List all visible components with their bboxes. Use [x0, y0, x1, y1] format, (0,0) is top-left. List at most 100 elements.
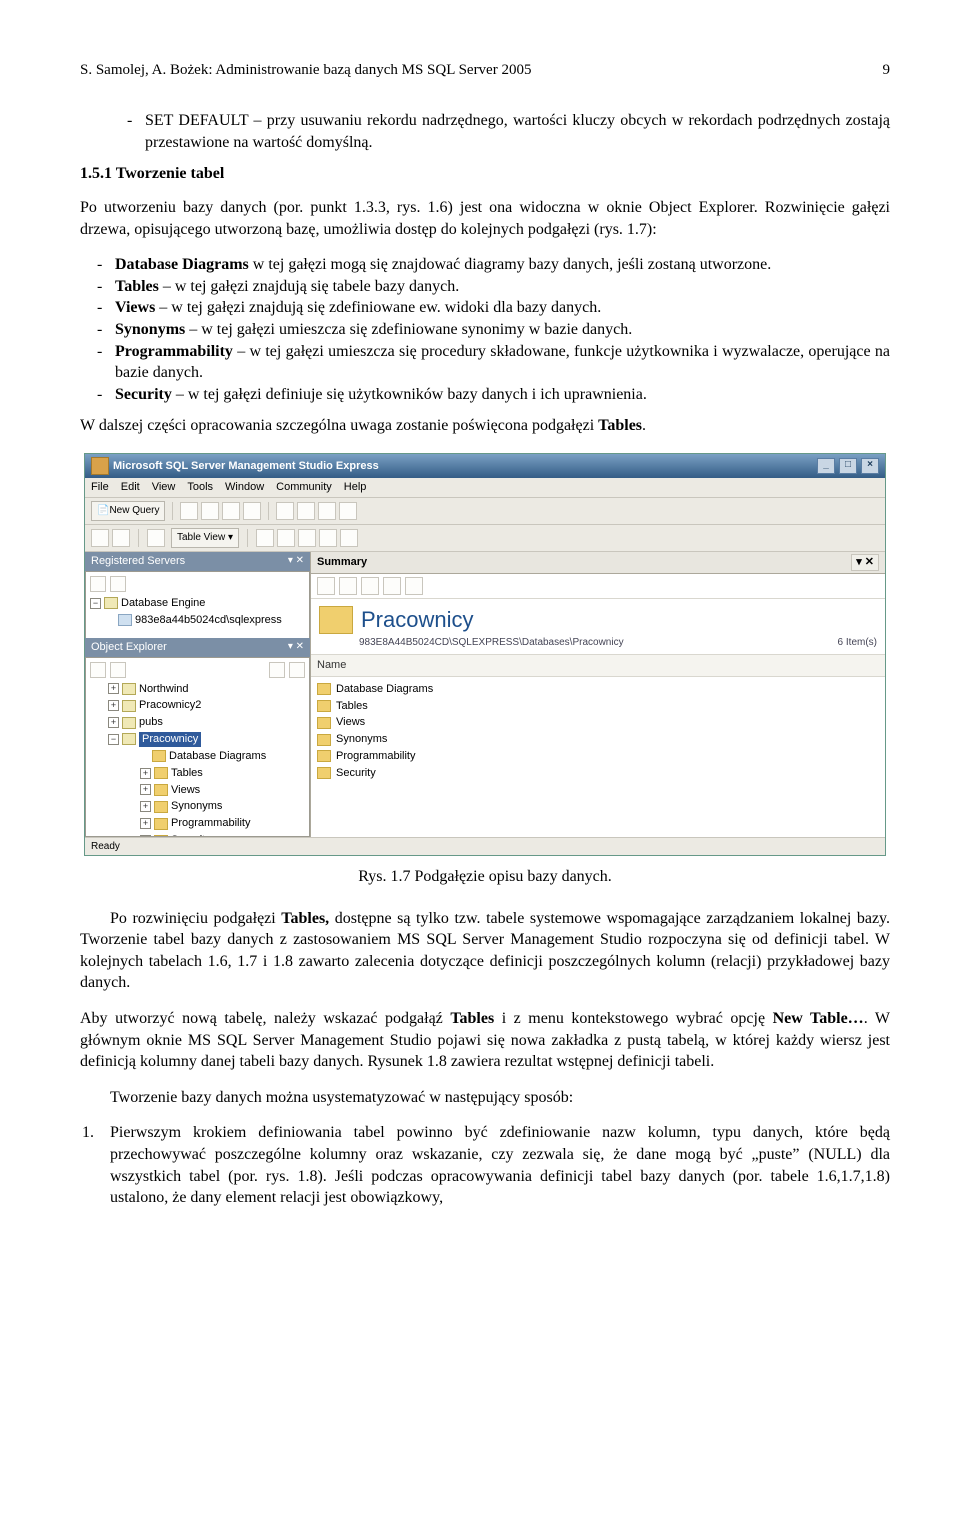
- summary-tab[interactable]: Summary ▾ ✕: [311, 552, 885, 574]
- tree-item[interactable]: +Security: [140, 832, 305, 836]
- tree-item-selected[interactable]: −Pracownicy: [108, 731, 305, 748]
- numbered-item-1: Pierwszym krokiem definiowania tabel pow…: [98, 1122, 890, 1208]
- toolbar-icon[interactable]: [201, 502, 219, 520]
- toolbar-icon[interactable]: [276, 502, 294, 520]
- menu-edit[interactable]: Edit: [121, 481, 140, 493]
- reg-icon[interactable]: [90, 576, 106, 592]
- paragraph-2a: W dalszej części opracowania szczególna …: [80, 417, 598, 434]
- tree-item[interactable]: 983e8a44b5024cd\sqlexpress: [90, 612, 305, 629]
- nav-icon[interactable]: [319, 529, 337, 547]
- summary-tool-icon[interactable]: [405, 577, 423, 595]
- folder-icon: [317, 767, 331, 779]
- toolbar-icon[interactable]: [339, 502, 357, 520]
- paragraph-3: Po rozwinięciu podgałęzi Tables, dostępn…: [80, 908, 890, 994]
- status-bar: Ready: [85, 837, 885, 856]
- nav-icon[interactable]: [277, 529, 295, 547]
- list-item-label: Views: [336, 715, 365, 730]
- object-explorer-panel: +Northwind +Pracownicy2 +pubs −Pracownic…: [85, 657, 310, 837]
- tree-item[interactable]: +Northwind: [108, 681, 305, 698]
- toolbar-icon[interactable]: [297, 502, 315, 520]
- feature-bullet: Security – w tej gałęzi definiuje się uż…: [80, 384, 890, 406]
- folder-icon: [317, 734, 331, 746]
- tree-item[interactable]: +Tables: [140, 765, 305, 782]
- object-explorer-header: Object Explorer▾ ✕: [85, 638, 310, 657]
- tab-close-button[interactable]: ▾ ✕: [851, 554, 879, 571]
- tree-item[interactable]: +Pracownicy2: [108, 697, 305, 714]
- paragraph-4: Aby utworzyć nową tabelę, należy wskazać…: [80, 1008, 890, 1073]
- nav-icon[interactable]: [112, 529, 130, 547]
- oe-icon[interactable]: [90, 662, 106, 678]
- tree-item[interactable]: +Synonyms: [140, 798, 305, 815]
- menubar: File Edit View Tools Window Community Help: [85, 478, 885, 498]
- list-item-label: Database Diagrams: [336, 682, 433, 697]
- column-header-name[interactable]: Name: [311, 655, 885, 677]
- minimize-button[interactable]: _: [817, 458, 835, 474]
- feature-bullet: Views – w tej gałęzi znajdują się zdefin…: [80, 297, 890, 319]
- nav-icon[interactable]: [91, 529, 109, 547]
- menu-file[interactable]: File: [91, 481, 109, 493]
- ssms-screenshot: Microsoft SQL Server Management Studio E…: [84, 453, 886, 856]
- tree-item[interactable]: −Database Engine: [90, 595, 305, 612]
- toolbar-icon[interactable]: [180, 502, 198, 520]
- toolbar-icon[interactable]: [318, 502, 336, 520]
- nav-icon[interactable]: [147, 529, 165, 547]
- nav-icon[interactable]: [256, 529, 274, 547]
- list-item[interactable]: Security: [317, 765, 879, 782]
- window-title: Microsoft SQL Server Management Studio E…: [113, 459, 379, 474]
- toolbar-1: 📄 New Query: [85, 498, 885, 525]
- list-item[interactable]: Programmability: [317, 748, 879, 765]
- list-item-label: Security: [336, 766, 376, 781]
- maximize-button[interactable]: □: [839, 458, 857, 474]
- summary-path: 983E8A44B5024CD\SQLEXPRESS\Databases\Pra…: [359, 636, 624, 650]
- summary-tool-icon[interactable]: [383, 577, 401, 595]
- nav-icon[interactable]: [298, 529, 316, 547]
- summary-tool-icon[interactable]: [339, 577, 357, 595]
- new-query-button[interactable]: 📄 New Query: [91, 501, 165, 521]
- list-item[interactable]: Synonyms: [317, 731, 879, 748]
- reg-icon[interactable]: [110, 576, 126, 592]
- feature-bullet: Programmability – w tej gałęzi umieszcza…: [80, 341, 890, 384]
- feature-bullet: Database Diagrams w tej gałęzi mogą się …: [80, 254, 890, 276]
- oe-icon[interactable]: [289, 662, 305, 678]
- menu-help[interactable]: Help: [344, 481, 367, 493]
- summary-tool-icon[interactable]: [361, 577, 379, 595]
- summary-toolbar: [311, 574, 885, 599]
- oe-icon[interactable]: [269, 662, 285, 678]
- feature-bullet: Tables – w tej gałęzi znajdują się tabel…: [80, 276, 890, 298]
- toolbar-icon[interactable]: [222, 502, 240, 520]
- menu-window[interactable]: Window: [225, 481, 264, 493]
- registered-servers-panel: −Database Engine 983e8a44b5024cd\sqlexpr…: [85, 571, 310, 638]
- window-titlebar: Microsoft SQL Server Management Studio E…: [85, 454, 885, 478]
- paragraph-1: Po utworzeniu bazy danych (por. punkt 1.…: [80, 197, 890, 240]
- list-item[interactable]: Views: [317, 714, 879, 731]
- list-item[interactable]: Database Diagrams: [317, 681, 879, 698]
- tree-item[interactable]: +pubs: [108, 714, 305, 731]
- menu-community[interactable]: Community: [276, 481, 332, 493]
- toolbar-icon[interactable]: [243, 502, 261, 520]
- running-header: S. Samolej, A. Bożek: Administrowanie ba…: [80, 62, 531, 78]
- menu-view[interactable]: View: [152, 481, 176, 493]
- folder-icon: [317, 750, 331, 762]
- registered-servers-header: Registered Servers▾ ✕: [85, 552, 310, 571]
- section-heading: 1.5.1 Tworzenie tabel: [80, 163, 890, 185]
- folder-icon: [317, 700, 331, 712]
- page-number: 9: [883, 60, 891, 80]
- toolbar-2: Table View ▾: [85, 525, 885, 552]
- tree-item[interactable]: +Programmability: [140, 815, 305, 832]
- summary-tool-icon[interactable]: [317, 577, 335, 595]
- tree-item[interactable]: Database Diagrams: [140, 748, 305, 765]
- item-count: 6 Item(s): [838, 636, 877, 650]
- folder-icon: [317, 683, 331, 695]
- list-item-label: Synonyms: [336, 732, 387, 747]
- tree-item[interactable]: +Views: [140, 782, 305, 799]
- menu-tools[interactable]: Tools: [187, 481, 213, 493]
- close-button[interactable]: ×: [861, 458, 879, 474]
- app-icon: [91, 457, 109, 475]
- list-item[interactable]: Tables: [317, 698, 879, 715]
- feature-bullet: Synonyms – w tej gałęzi umieszcza się zd…: [80, 319, 890, 341]
- table-view-dropdown[interactable]: Table View ▾: [171, 528, 239, 548]
- nav-icon[interactable]: [340, 529, 358, 547]
- list-item-label: Programmability: [336, 749, 415, 764]
- folder-icon: [317, 717, 331, 729]
- oe-icon[interactable]: [110, 662, 126, 678]
